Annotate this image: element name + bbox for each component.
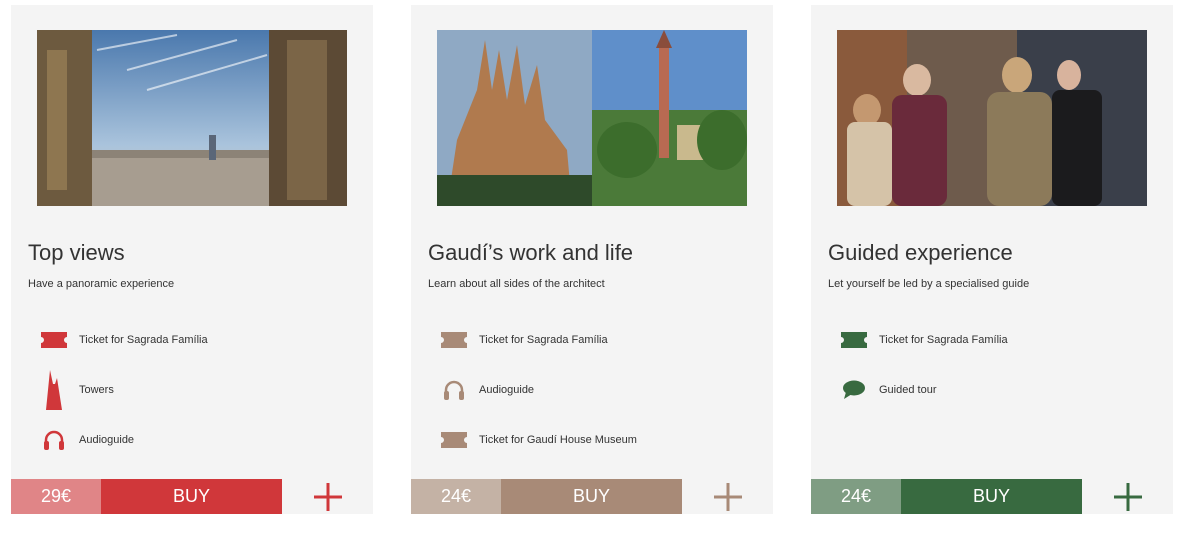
feature-label: Towers [79,384,114,396]
feature-item: Towers [39,365,359,415]
buy-button[interactable]: BUY [101,479,282,514]
feature-label: Ticket for Sagrada Família [879,334,1008,346]
feature-label: Audioguide [479,384,535,396]
feature-item: Audioguide [39,415,359,465]
feature-label: Ticket for Gaudí House Museum [479,434,637,446]
ticket-icon [39,325,69,355]
feature-list: Ticket for Sagrada Família Guided tour [839,315,1159,415]
product-card-top-views: Top views Have a panoramic experience Ti… [11,5,373,514]
feature-item: Ticket for Sagrada Família [439,315,759,365]
product-card-gaudi-work-and-life: Gaudí’s work and life Learn about all si… [411,5,773,514]
feature-label: Guided tour [879,384,937,396]
purchase-bar: 29€ BUY [11,479,373,514]
ticket-icon [439,425,469,455]
feature-item: Guided tour [839,365,1159,415]
ticket-icon [839,325,869,355]
towers-icon [39,370,69,410]
feature-item: Ticket for Sagrada Família [39,315,359,365]
feature-item: Audioguide [439,365,759,415]
feature-item: Ticket for Sagrada Família [839,315,1159,365]
plus-icon[interactable] [1082,479,1173,514]
feature-item: Ticket for Gaudí House Museum [439,415,759,465]
ticket-icon [439,325,469,355]
card-title: Gaudí’s work and life [428,240,634,265]
card-subtitle: Have a panoramic experience [28,278,175,290]
speech-bubble-icon [839,375,869,405]
card-subtitle: Let yourself be led by a specialised gui… [828,278,1030,290]
plus-icon[interactable] [282,479,373,514]
card-photo-guided-group [837,30,1147,206]
plus-icon[interactable] [682,479,773,514]
headphones-icon [439,375,469,405]
headphones-icon [39,425,69,455]
card-subtitle: Learn about all sides of the architect [428,278,605,290]
feature-label: Audioguide [79,434,135,446]
buy-button[interactable]: BUY [501,479,682,514]
purchase-bar: 24€ BUY [811,479,1173,514]
card-title: Guided experience [828,240,1013,265]
feature-label: Ticket for Sagrada Família [479,334,608,346]
price-badge: 24€ [811,479,901,514]
product-card-guided-experience: Guided experience Let yourself be led by… [811,5,1173,514]
card-photo-barcelona-skyline [37,30,347,206]
price-badge: 24€ [411,479,501,514]
feature-label: Ticket for Sagrada Família [79,334,208,346]
feature-list: Ticket for Sagrada Família Towers Audiog… [39,315,359,465]
feature-list: Ticket for Sagrada Família Audioguide Ti… [439,315,759,465]
price-badge: 29€ [11,479,101,514]
buy-button[interactable]: BUY [901,479,1082,514]
card-title: Top views [28,240,125,265]
card-photo-sagrada-familia-park-guell [437,30,747,206]
purchase-bar: 24€ BUY [411,479,773,514]
